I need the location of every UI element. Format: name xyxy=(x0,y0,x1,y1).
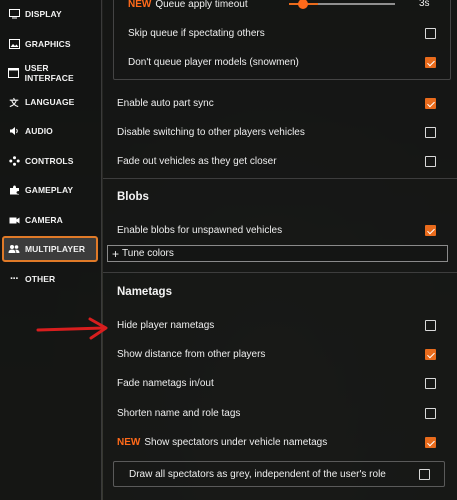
sidebar-item-camera[interactable]: CAMERA xyxy=(2,207,98,233)
translate-icon: 文 xyxy=(9,97,19,108)
auto-part-sync-label: Enable auto part sync xyxy=(117,98,214,109)
window-icon xyxy=(8,67,20,79)
speaker-icon xyxy=(8,125,20,137)
sidebar-item-graphics[interactable]: GRAPHICS xyxy=(2,31,98,57)
disable-switching-label: Disable switching to other players vehic… xyxy=(117,127,305,138)
slider-track xyxy=(318,3,395,5)
tune-colors-label: Tune colors xyxy=(122,248,174,259)
sidebar-item-gameplay[interactable]: GAMEPLAY xyxy=(2,177,98,203)
puzzle-icon xyxy=(8,184,20,196)
annotation-arrow-icon xyxy=(36,317,108,340)
section-divider xyxy=(103,272,457,273)
show-distance-label: Show distance from other players xyxy=(117,349,266,360)
fade-vehicles-label: Fade out vehicles as they get closer xyxy=(117,156,277,167)
plus-icon: + xyxy=(112,246,120,261)
multiplayer-settings-panel: NEW Queue apply timeout 3s Skip queue if… xyxy=(103,0,457,500)
fade-nametags-label: Fade nametags in/out xyxy=(117,378,214,389)
fade-nametags-checkbox[interactable] xyxy=(425,378,436,389)
blobs-section-title: Blobs xyxy=(117,191,149,203)
shorten-tags-checkbox[interactable] xyxy=(425,408,436,419)
auto-part-sync-row[interactable]: Enable auto part sync xyxy=(103,89,448,118)
shorten-tags-row[interactable]: Shorten name and role tags xyxy=(103,399,448,428)
dont-queue-models-checkbox[interactable] xyxy=(425,57,436,68)
sidebar-item-label: GAMEPLAY xyxy=(25,185,74,195)
dont-queue-models-row[interactable]: Don't queue player models (snowmen) xyxy=(103,48,448,77)
new-badge: NEW xyxy=(117,437,141,448)
fade-nametags-row[interactable]: Fade nametags in/out xyxy=(103,369,448,398)
grey-spectators-checkbox[interactable] xyxy=(419,468,430,480)
sidebar-item-label: USER INTERFACE xyxy=(24,63,74,83)
sidebar-item-label: OTHER xyxy=(25,274,56,284)
sidebar-item-label: AUDIO xyxy=(25,126,53,136)
sidebar-item-label: MULTIPLAYER xyxy=(25,244,86,254)
gamepad-icon xyxy=(8,155,20,167)
sidebar-item-other[interactable]: ··· OTHER xyxy=(2,266,98,292)
skip-queue-spectating-checkbox[interactable] xyxy=(425,28,436,39)
sidebar-item-label: LANGUAGE xyxy=(25,97,75,107)
dont-queue-models-label: Don't queue player models (snowmen) xyxy=(128,57,299,68)
sidebar-item-controls[interactable]: CONTROLS xyxy=(2,148,98,174)
hide-nametags-row[interactable]: Hide player nametags xyxy=(103,311,448,340)
skip-queue-spectating-row[interactable]: Skip queue if spectating others xyxy=(103,19,448,48)
camera-icon xyxy=(8,214,20,226)
show-spectators-label: Show spectators under vehicle nametags xyxy=(144,437,328,448)
fade-vehicles-row[interactable]: Fade out vehicles as they get closer xyxy=(103,147,448,176)
disable-switching-checkbox[interactable] xyxy=(425,127,436,138)
enable-blobs-label: Enable blobs for unspawned vehicles xyxy=(117,225,283,236)
skip-queue-spectating-label: Skip queue if spectating others xyxy=(128,28,265,39)
monitor-icon xyxy=(8,8,20,20)
section-divider xyxy=(103,178,457,179)
sidebar-item-label: CONTROLS xyxy=(25,156,74,166)
sidebar-item-user-interface[interactable]: USER INTERFACE xyxy=(2,60,98,86)
hide-nametags-label: Hide player nametags xyxy=(117,320,215,331)
sidebar-item-label: CAMERA xyxy=(25,215,63,225)
fade-vehicles-checkbox[interactable] xyxy=(425,156,436,167)
sidebar-item-label: DISPLAY xyxy=(25,9,62,19)
settings-sidebar: DISPLAY GRAPHICS USER INTERFACE 文 LANGUA… xyxy=(0,0,102,500)
nametags-section-title: Nametags xyxy=(117,286,172,298)
hide-nametags-checkbox[interactable] xyxy=(425,320,436,331)
queue-timeout-slider[interactable]: 3s xyxy=(103,0,448,9)
more-icon: ··· xyxy=(10,273,19,285)
shorten-tags-label: Shorten name and role tags xyxy=(117,408,241,419)
sidebar-item-label: GRAPHICS xyxy=(25,39,71,49)
queue-timeout-row: NEW Queue apply timeout 3s xyxy=(103,0,448,17)
show-distance-checkbox[interactable] xyxy=(425,349,436,360)
sidebar-item-audio[interactable]: AUDIO xyxy=(2,118,98,144)
show-distance-row[interactable]: Show distance from other players xyxy=(103,340,448,369)
show-spectators-row[interactable]: NEW Show spectators under vehicle nameta… xyxy=(103,428,448,457)
sidebar-item-multiplayer[interactable]: MULTIPLAYER xyxy=(2,236,98,262)
enable-blobs-checkbox[interactable] xyxy=(425,225,436,236)
auto-part-sync-checkbox[interactable] xyxy=(425,98,436,109)
slider-handle[interactable] xyxy=(298,0,308,9)
grey-spectators-label: Draw all spectators as grey, independent… xyxy=(129,468,386,480)
enable-blobs-row[interactable]: Enable blobs for unspawned vehicles xyxy=(103,216,448,245)
image-icon xyxy=(8,38,20,50)
sidebar-item-language[interactable]: 文 LANGUAGE xyxy=(2,89,98,115)
show-spectators-checkbox[interactable] xyxy=(425,437,436,448)
people-icon xyxy=(8,243,20,255)
tune-colors-expander[interactable]: + Tune colors xyxy=(107,245,448,262)
slider-value: 3s xyxy=(419,0,430,9)
sidebar-item-display[interactable]: DISPLAY xyxy=(2,1,98,27)
grey-spectators-row[interactable]: Draw all spectators as grey, independent… xyxy=(113,461,445,487)
disable-switching-row[interactable]: Disable switching to other players vehic… xyxy=(103,118,448,147)
